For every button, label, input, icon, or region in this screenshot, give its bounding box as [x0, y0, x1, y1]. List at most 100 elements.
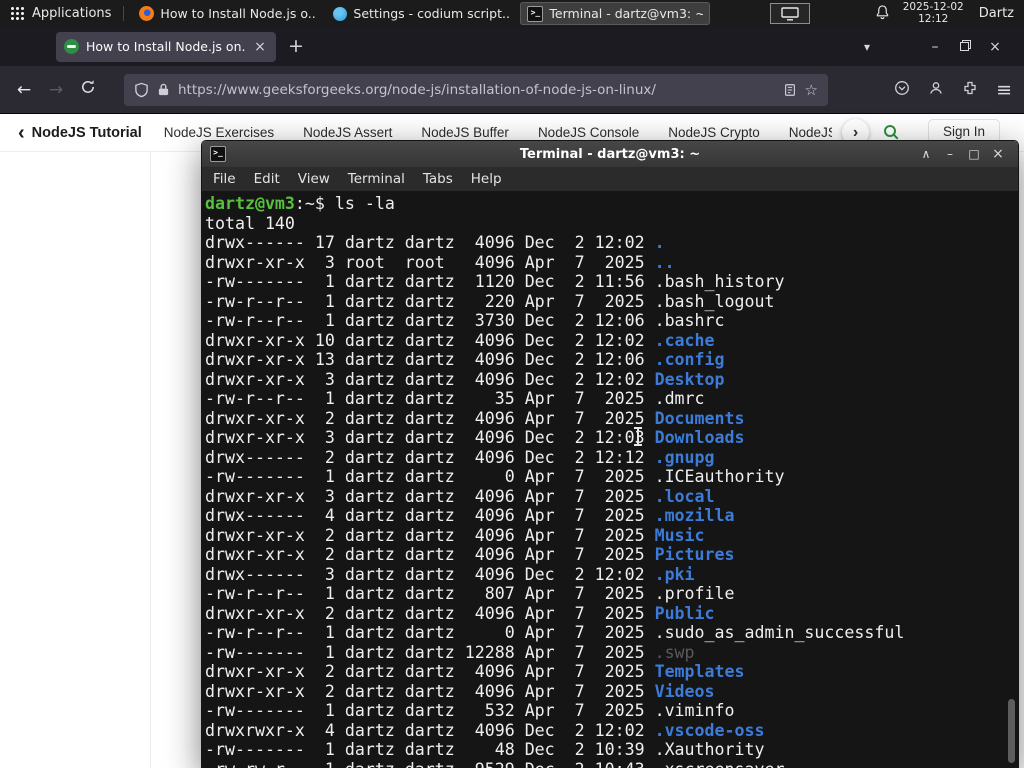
terminal-line: drwx------ 2 dartz dartz 4096 Dec 2 12:1… — [205, 447, 715, 467]
directory-name: Documents — [654, 408, 745, 428]
site-nav-item[interactable]: NodeJS Buffer — [421, 125, 509, 140]
terminal-close-icon[interactable]: × — [986, 146, 1010, 162]
terminal-titlebar[interactable]: >_ Terminal - dartz@vm3: ~ ∧ – □ × — [202, 141, 1018, 167]
terminal-shade-icon[interactable]: ∧ — [914, 146, 938, 162]
terminal-maximize-icon[interactable]: □ — [962, 146, 986, 162]
panel-right-area: 2025-12-02 12:12 Dartz — [769, 1, 1024, 25]
site-back-chevron-icon[interactable]: ‹ — [18, 123, 25, 143]
tab-title: How to Install Node.js on... — [86, 39, 245, 54]
terminal-output: dartz@vm3:~$ ls -la total 140 drwx------… — [205, 194, 1018, 768]
tabbar-right-controls: ▾ – × — [864, 39, 1024, 55]
terminal-line: drwxr-xr-x 2 dartz dartz 4096 Apr 7 2025… — [205, 603, 715, 623]
terminal-command: ls -la — [334, 194, 395, 213]
file-name: .sudo_as_admin_successful — [654, 623, 905, 642]
directory-name: Templates — [654, 662, 745, 681]
reader-view-icon[interactable] — [783, 83, 797, 97]
refresh-button[interactable] — [72, 79, 104, 100]
terminal-line: drwx------ 4 dartz dartz 4096 Apr 7 2025… — [205, 506, 735, 525]
site-nav-item[interactable]: NodeJS DNS — [789, 125, 832, 140]
terminal-total-line: total 140 — [205, 213, 295, 233]
terminal-menubar: File Edit View Terminal Tabs Help — [202, 167, 1018, 191]
terminal-body[interactable]: dartz@vm3:~$ ls -la total 140 drwx------… — [202, 191, 1018, 768]
browser-nav-bar: ← → https://www.geeksforgeeks.org/node-j… — [0, 66, 1024, 114]
extensions-icon[interactable] — [962, 80, 978, 100]
site-nav-title[interactable]: NodeJS Tutorial — [32, 125, 142, 141]
terminal-line: drwxr-xr-x 2 dartz dartz 4096 Apr 7 2025… — [205, 525, 705, 545]
restore-glyph — [959, 39, 971, 51]
window-restore-icon[interactable] — [950, 39, 980, 55]
top-panel: Applications How to Install Node.js o...… — [0, 0, 1024, 27]
directory-name: .local — [654, 486, 715, 506]
applications-label: Applications — [32, 6, 112, 21]
terminal-scrollbar-thumb[interactable] — [1008, 699, 1015, 763]
window-minimize-icon[interactable]: – — [920, 39, 950, 55]
systray-display-icon[interactable] — [769, 3, 810, 24]
directory-name: . — [654, 233, 665, 252]
menu-tabs[interactable]: Tabs — [414, 171, 462, 187]
file-name: .profile — [654, 584, 735, 603]
site-nav-item[interactable]: NodeJS Exercises — [164, 125, 274, 140]
url-bar[interactable]: https://www.geeksforgeeks.org/node-js/in… — [124, 73, 828, 106]
terminal-line: -rw------- 1 dartz dartz 532 Apr 7 2025 … — [205, 701, 735, 720]
directory-name: Videos — [654, 681, 715, 701]
directory-name: .mozilla — [654, 506, 735, 525]
directory-name: .cache — [654, 330, 715, 350]
browser-tab[interactable]: How to Install Node.js on... × — [56, 31, 276, 62]
menu-hamburger-icon[interactable]: ≡ — [996, 79, 1012, 101]
terminal-line: drwxr-xr-x 3 dartz dartz 4096 Dec 2 12:0… — [205, 369, 725, 389]
menu-file[interactable]: File — [204, 171, 245, 187]
new-tab-button[interactable]: + — [288, 37, 304, 56]
terminal-prompt-line: dartz@vm3:~$ ls -la — [205, 194, 1018, 214]
list-all-tabs-icon[interactable]: ▾ — [864, 40, 870, 54]
terminal-minimize-icon[interactable]: – — [938, 146, 962, 162]
directory-name: Desktop — [654, 369, 725, 389]
taskbar-item-settings[interactable]: Settings - codium script... — [326, 2, 516, 25]
terminal-line: -rw-rw-r-- 1 dartz dartz 9529 Dec 2 10:4… — [205, 760, 1018, 768]
clock-time: 12:12 — [918, 12, 949, 25]
terminal-line: -rw-r--r-- 1 dartz dartz 35 Apr 7 2025 .… — [205, 389, 705, 408]
site-nav-item[interactable]: NodeJS Crypto — [668, 125, 760, 140]
taskbar-item-browser[interactable]: How to Install Node.js o... — [132, 2, 322, 25]
panel-separator — [123, 6, 125, 21]
terminal-line: drwxrwxr-x 4 dartz dartz 4096 Dec 2 12:0… — [205, 720, 765, 740]
file-name: .bashrc — [654, 311, 725, 330]
tab-close-icon[interactable]: × — [252, 39, 268, 55]
terminal-line: drwxr-xr-x 2 dartz dartz 4096 Apr 7 2025… — [205, 408, 745, 428]
back-button[interactable]: ← — [8, 80, 40, 100]
codium-icon — [333, 6, 348, 21]
tracking-shield-icon[interactable] — [134, 82, 149, 98]
terminal-line: -rw------- 1 dartz dartz 48 Dec 2 10:39 … — [205, 740, 765, 759]
url-text[interactable]: https://www.geeksforgeeks.org/node-js/in… — [178, 82, 775, 98]
window-close-icon[interactable]: × — [980, 39, 1010, 55]
navbar-right-icons: ≡ — [894, 79, 1024, 101]
notifications-bell-icon[interactable] — [875, 4, 890, 24]
file-name: .Xauthority — [654, 740, 765, 759]
terminal-line: drwxr-xr-x 2 dartz dartz 4096 Apr 7 2025… — [205, 545, 735, 564]
directory-name: .vscode-oss — [654, 720, 765, 740]
account-icon[interactable] — [928, 80, 944, 100]
terminal-line: -rw------- 1 dartz dartz 0 Apr 7 2025 .I… — [205, 467, 785, 486]
terminal-line: -rw-r--r-- 1 dartz dartz 3730 Dec 2 12:0… — [205, 311, 725, 330]
terminal-scrollbar[interactable] — [1007, 193, 1017, 768]
monitor-icon — [781, 6, 799, 20]
forward-button[interactable]: → — [40, 80, 72, 100]
terminal-line: drwxr-xr-x 13 dartz dartz 4096 Dec 2 12:… — [205, 350, 725, 369]
lock-icon[interactable] — [157, 82, 170, 97]
applications-grid-icon — [10, 6, 25, 21]
bookmark-star-icon[interactable]: ☆ — [805, 81, 818, 99]
site-nav-item[interactable]: NodeJS Assert — [303, 125, 392, 140]
taskbar-item-terminal[interactable]: >_ Terminal - dartz@vm3: ~ — [520, 2, 711, 25]
site-nav-item[interactable]: NodeJS Console — [538, 125, 639, 140]
terminal-line: drwxr-xr-x 2 dartz dartz 4096 Apr 7 2025… — [205, 681, 715, 701]
user-label: Dartz — [978, 6, 1014, 21]
panel-clock[interactable]: 2025-12-02 12:12 — [903, 1, 964, 25]
pocket-icon[interactable] — [894, 80, 910, 100]
menu-terminal[interactable]: Terminal — [339, 171, 414, 187]
menu-help[interactable]: Help — [462, 171, 511, 187]
menu-edit[interactable]: Edit — [245, 171, 289, 187]
terminal-line: -rw------- 1 dartz dartz 12288 Apr 7 202… — [205, 642, 695, 662]
terminal-line: drwxr-xr-x 3 dartz dartz 4096 Dec 2 12:0… — [205, 428, 745, 447]
applications-menu[interactable]: Applications — [0, 0, 121, 27]
file-name: .xscreensaver — [655, 760, 785, 768]
menu-view[interactable]: View — [289, 171, 339, 187]
